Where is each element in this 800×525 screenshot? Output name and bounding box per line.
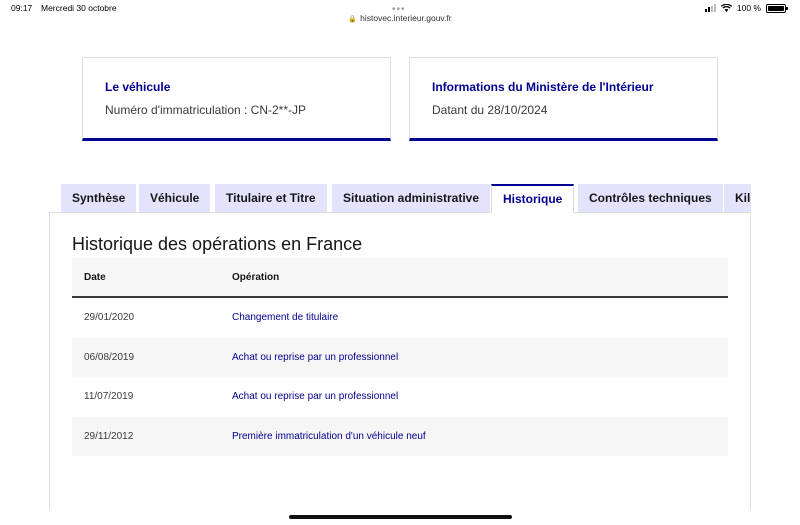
table-header: Date Opération	[72, 258, 728, 298]
column-header-operation: Opération	[232, 271, 280, 283]
vehicle-card: Le véhicule Numéro d'immatriculation : C…	[82, 57, 391, 141]
url-bar[interactable]: 🔒 histovec.interieur.gouv.fr	[0, 13, 800, 23]
tab-synthese[interactable]: Synthèse	[61, 184, 137, 213]
tab-controles-techniques[interactable]: Contrôles techniques	[578, 184, 723, 213]
row-date: 06/08/2019	[84, 351, 135, 363]
table-row: 29/11/2012 Première immatriculation d'un…	[72, 416, 728, 456]
row-operation: Première immatriculation d'un véhicule n…	[232, 430, 426, 442]
column-header-date: Date	[84, 271, 106, 283]
battery-icon	[766, 3, 788, 13]
tab-situation-administrative[interactable]: Situation administrative	[332, 184, 491, 213]
wifi-icon	[720, 4, 732, 12]
lock-icon: 🔒	[348, 16, 358, 23]
vehicle-card-title: Le véhicule	[105, 80, 171, 94]
ministry-card-text: Datant du 28/10/2024	[432, 103, 548, 117]
vehicle-card-text: Numéro d'immatriculation : CN-2**-JP	[105, 103, 307, 117]
ministry-card-title: Informations du Ministère de l'Intérieur	[432, 80, 654, 94]
row-date: 11/07/2019	[84, 391, 134, 403]
tab-vehicule[interactable]: Véhicule	[139, 184, 211, 213]
battery-text: 100 %	[736, 3, 761, 13]
tab-kilometrage[interactable]: Kilo	[724, 184, 751, 213]
row-operation: Achat ou reprise par un professionnel	[232, 351, 399, 363]
tab-bar: Synthèse Véhicule Titulaire et Titre Sit…	[61, 184, 751, 213]
status-indicators: 100 %	[704, 3, 788, 13]
home-indicator[interactable]	[289, 515, 512, 519]
status-time: 09:17	[11, 3, 33, 13]
row-operation: Achat ou reprise par un professionnel	[232, 391, 399, 403]
row-operation: Changement de titulaire	[232, 312, 339, 324]
table-row: 11/07/2019 Achat ou reprise par un profe…	[72, 377, 728, 417]
tab-historique[interactable]: Historique	[491, 184, 575, 213]
table-row: 06/08/2019 Achat ou reprise par un profe…	[72, 337, 728, 377]
ministry-card: Informations du Ministère de l'Intérieur…	[409, 57, 718, 141]
table-body: 29/01/2020 Changement de titulaire 06/08…	[72, 298, 728, 456]
url-text: histovec.interieur.gouv.fr	[360, 13, 452, 23]
signal-icon	[704, 4, 716, 12]
table-row: 29/01/2020 Changement de titulaire	[72, 298, 728, 338]
history-title: Historique des opérations en France	[72, 234, 363, 254]
history-table: Date Opération 29/01/2020 Changement de …	[72, 258, 728, 456]
row-date: 29/11/2012	[84, 430, 134, 442]
status-date: Mercredi 30 octobre	[41, 3, 117, 13]
tab-titulaire-titre[interactable]: Titulaire et Titre	[215, 184, 327, 213]
row-date: 29/01/2020	[84, 312, 135, 324]
